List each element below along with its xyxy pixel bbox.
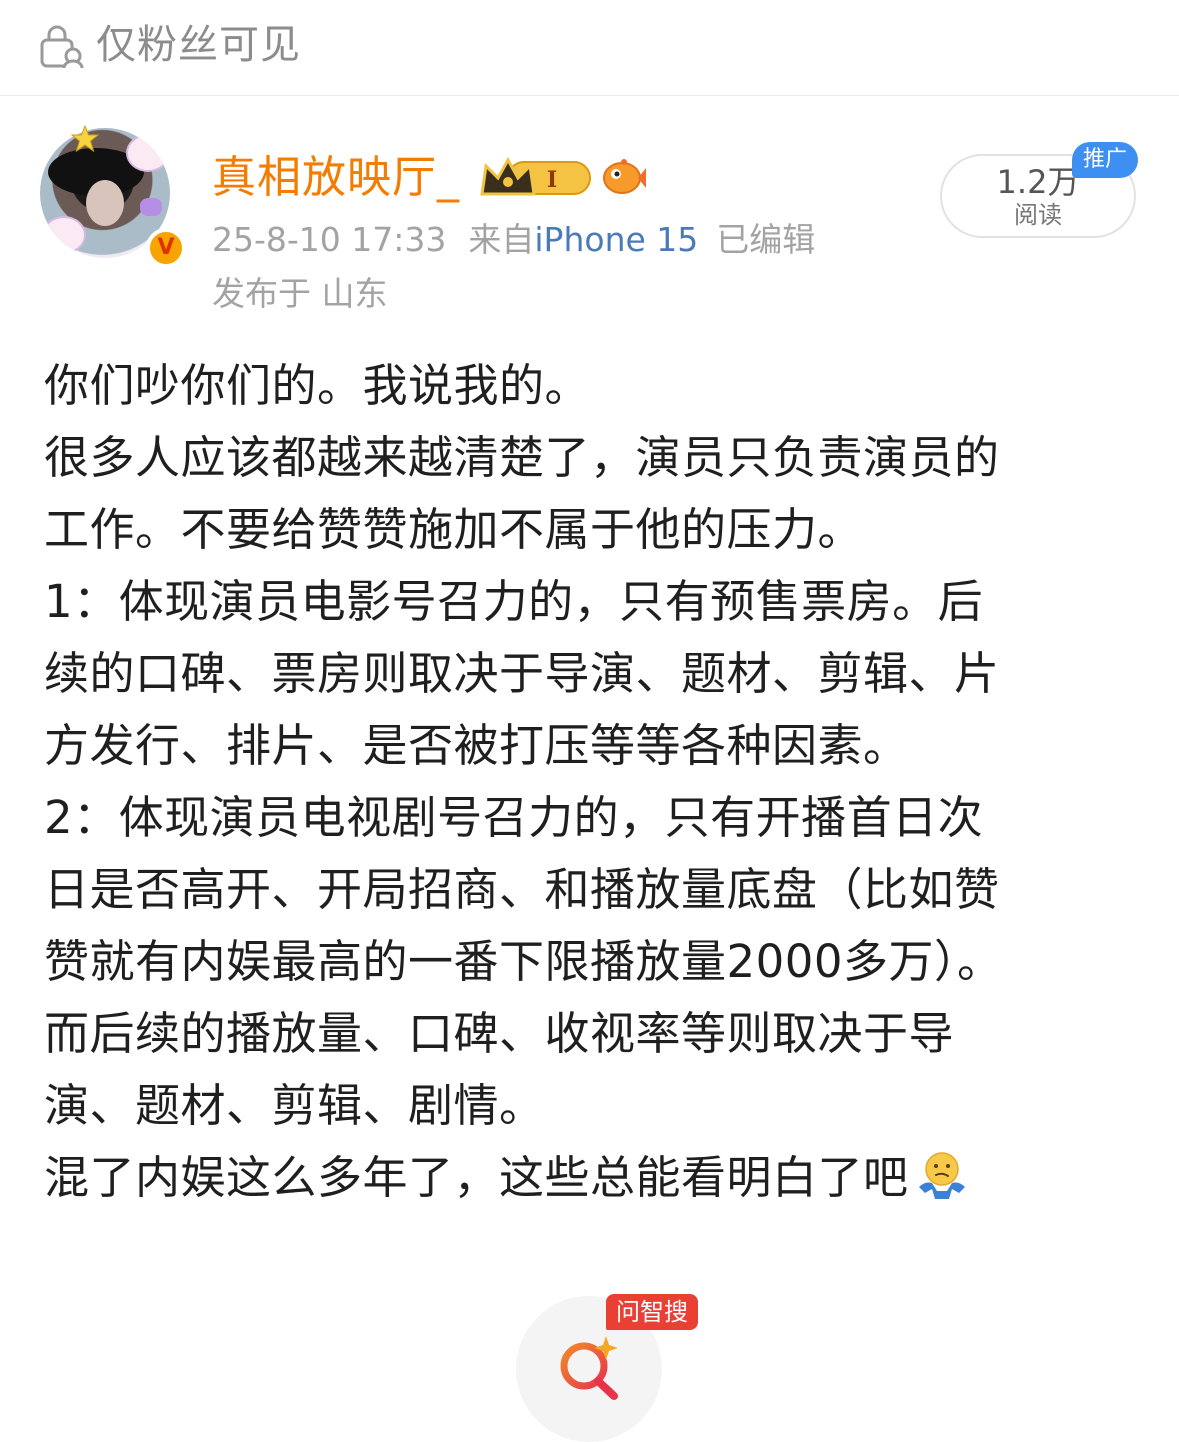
post-content: 你们吵你们的。我说我的。 很多人应该都越来越清楚了，演员只负责演员的 工作。不要…	[44, 350, 1144, 1214]
post-timestamp: 25-8-10 17:33	[212, 220, 447, 259]
post-line: 很多人应该都越来越清楚了，演员只负责演员的	[44, 431, 1000, 484]
shrug-emoji-icon	[918, 1152, 965, 1199]
smart-search-tag[interactable]: 问智搜	[606, 1294, 698, 1330]
post-line: 方发行、排片、是否被打压等等各种因素。	[44, 719, 909, 772]
post-line: 工作。不要给赞赞施加不属于他的压力。	[44, 503, 864, 556]
smart-search-icon[interactable]	[556, 1334, 624, 1402]
post-line: 2：体现演员电视剧号召力的，只有开播首日次	[44, 791, 984, 844]
post-line: 演、题材、剪辑、剧情。	[44, 1079, 545, 1132]
post-line: 而后续的播放量、口碑、收视率等则取决于导	[44, 1007, 955, 1060]
visibility-bar: 仅粉丝可见	[0, 0, 1179, 96]
fish-badge-icon[interactable]	[600, 154, 646, 198]
verified-badge: V	[146, 228, 186, 268]
promote-badge[interactable]: 推广	[1072, 142, 1138, 178]
source-device-link[interactable]: iPhone 15	[534, 220, 698, 259]
post-line: 续的口碑、票房则取决于导演、题材、剪辑、片	[44, 647, 1000, 700]
crown-member-icon[interactable]: I	[478, 154, 594, 200]
post-meta: 25-8-10 17:33 来自iPhone 15 已编辑	[212, 218, 815, 262]
star-icon	[70, 124, 100, 153]
post-line-text: 混了内娱这么多年了，这些总能看明白了吧	[44, 1151, 909, 1204]
visibility-label: 仅粉丝可见	[96, 22, 301, 68]
lock-people-icon	[40, 25, 84, 69]
post-line: 1：体现演员电影号召力的，只有预售票房。后	[44, 575, 984, 628]
smart-search-button[interactable]: 问智搜	[516, 1294, 706, 1442]
post-line: 日是否高开、开局招商、和播放量底盘（比如赞	[44, 863, 1000, 916]
author-avatar[interactable]: V	[34, 120, 186, 272]
member-level-text: I	[547, 167, 557, 193]
post-location: 发布于 山东	[212, 274, 388, 313]
post-last-line: 混了内娱这么多年了，这些总能看明白了吧	[44, 1142, 1144, 1214]
source-prefix: 来自	[468, 220, 535, 259]
post-line: 你们吵你们的。我说我的。	[44, 359, 591, 412]
post-line: 赞就有内娱最高的一番下限播放量2000多万）。	[44, 935, 1003, 988]
author-name[interactable]: 真相放映厅_	[212, 148, 460, 208]
reads-label: 阅读	[1014, 201, 1062, 229]
edited-label[interactable]: 已编辑	[716, 220, 815, 259]
